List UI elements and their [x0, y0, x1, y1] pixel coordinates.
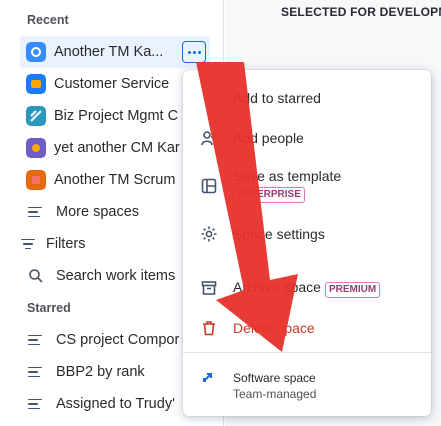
trash-icon [199, 318, 219, 338]
project-avatar-cyan-icon [26, 106, 46, 126]
gear-icon [199, 224, 219, 244]
premium-badge: PREMIUM [324, 281, 381, 298]
sidebar-item-label: Biz Project Mgmt C [54, 108, 179, 124]
filter-icon [18, 238, 38, 250]
menu-item-label: Save as template [233, 168, 342, 184]
sidebar-item-label: yet another CM Kar [54, 140, 180, 156]
sidebar-item-label: CS project Compor [56, 332, 180, 348]
enterprise-badge: ENTERPRISE [233, 187, 305, 203]
menu-item-archive-space[interactable]: Archive space PREMIUM [183, 276, 431, 300]
menu-item-save-as-template[interactable]: Save as template ENTERPRISE [183, 166, 431, 206]
sidebar-item-label: More spaces [56, 204, 140, 220]
template-icon [199, 176, 219, 196]
menu-item-label: Add people [233, 130, 304, 146]
menu-item-space-settings[interactable]: Space settings [183, 222, 431, 246]
board-column-title: SELECTED FOR DEVELOPMI [281, 5, 441, 19]
filter-list-icon [28, 366, 48, 378]
filter-list-icon [28, 398, 48, 410]
sidebar-item-label: Filters [46, 236, 86, 252]
space-type-subtitle: Team-managed [233, 387, 317, 401]
sidebar-item-label: Customer Service [54, 76, 170, 92]
menu-item-add-people[interactable]: Add people [183, 126, 431, 150]
starred-section-label: Starred [27, 301, 71, 315]
menu-item-delete-space[interactable]: Delete space [183, 316, 431, 340]
filter-list-icon [28, 334, 48, 346]
project-avatar-blue-icon [26, 42, 46, 62]
sidebar-item-label: Assigned to Trudy' [56, 396, 175, 412]
sidebar-item-label: Another TM Ka... [54, 44, 164, 60]
sidebar-item-label: Another TM Scrum [54, 172, 176, 188]
space-type-title: Software space [233, 371, 316, 385]
menu-item-label: Space settings [233, 226, 325, 242]
software-space-icon [201, 370, 217, 386]
menu-item-label: Delete space [233, 320, 315, 336]
more-actions-button[interactable] [182, 41, 206, 63]
search-icon [28, 268, 48, 284]
project-avatar-orange-icon [26, 170, 46, 190]
sidebar-item-label: Search work items [56, 268, 176, 284]
menu-item-label: Archive space PREMIUM [233, 279, 381, 298]
menu-item-add-to-starred[interactable]: Add to starred [183, 86, 431, 110]
recent-section-label: Recent [27, 13, 69, 27]
menu-item-label: Add to starred [233, 90, 321, 106]
list-icon [28, 206, 48, 218]
project-avatar-teal-icon [26, 74, 46, 94]
archive-icon [199, 278, 219, 298]
project-avatar-purple-icon [26, 138, 46, 158]
sidebar-item-label: BBP2 by rank [56, 364, 145, 380]
space-actions-menu: Add to starred Add people Save as templa… [183, 70, 431, 416]
menu-divider [183, 352, 431, 353]
person-add-icon [199, 128, 219, 148]
